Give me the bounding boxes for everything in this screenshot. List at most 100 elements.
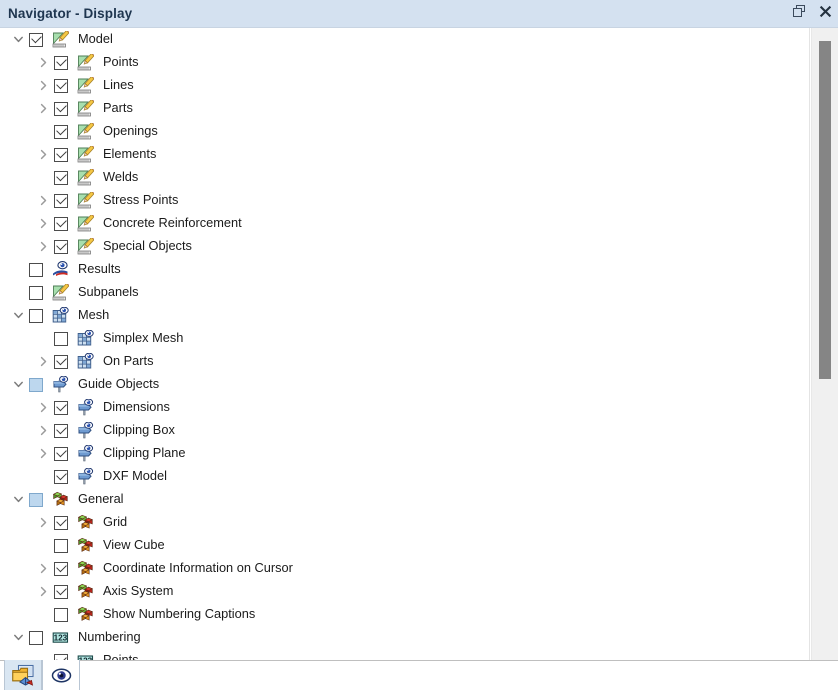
chevron-right-icon[interactable]: [35, 216, 51, 232]
chevron-right-icon[interactable]: [35, 78, 51, 94]
tree-row-checkbox[interactable]: [54, 400, 68, 415]
tree-row-checkbox[interactable]: [54, 216, 68, 231]
tree-row-checkbox[interactable]: [29, 377, 43, 392]
tree-row[interactable]: Dimensions: [0, 396, 809, 419]
close-window-button[interactable]: [812, 0, 838, 27]
tree-row-checkbox[interactable]: [54, 147, 68, 162]
tree-row[interactable]: On Parts: [0, 350, 809, 373]
chevron-right-icon[interactable]: [35, 400, 51, 416]
tree-row[interactable]: Parts: [0, 97, 809, 120]
tree-row-checkbox[interactable]: [54, 515, 68, 530]
tree-row-checkbox[interactable]: [29, 308, 43, 323]
vertical-scrollbar-thumb[interactable]: [819, 41, 831, 379]
tree-row-checkbox[interactable]: [54, 584, 68, 599]
model-icon: [77, 238, 94, 255]
tree-row[interactable]: Guide Objects: [0, 373, 809, 396]
tree-row[interactable]: General: [0, 488, 809, 511]
tree-row-checkbox[interactable]: [54, 78, 68, 93]
vertical-scrollbar[interactable]: [811, 28, 838, 660]
tree-row-checkbox[interactable]: [54, 607, 68, 622]
tab-display-navigator[interactable]: [42, 660, 80, 690]
tree-row-checkbox[interactable]: [29, 262, 43, 277]
tree-row[interactable]: Points: [0, 51, 809, 74]
chevron-right-icon[interactable]: [35, 584, 51, 600]
tree-row-checkbox[interactable]: [29, 32, 43, 47]
tree-row-checkbox[interactable]: [54, 423, 68, 438]
tree-row[interactable]: Clipping Box: [0, 419, 809, 442]
chevron-right-icon[interactable]: [35, 193, 51, 209]
chevron-down-icon[interactable]: [10, 32, 26, 48]
titlebar-buttons: [786, 0, 838, 27]
tree-row[interactable]: Results: [0, 258, 809, 281]
mesh-icon: [77, 330, 94, 347]
chevron-right-icon[interactable]: [35, 101, 51, 117]
tree-row-checkbox[interactable]: [54, 354, 68, 369]
tree-row[interactable]: Mesh: [0, 304, 809, 327]
tree-row[interactable]: Coordinate Information on Cursor: [0, 557, 809, 580]
tree-row[interactable]: View Cube: [0, 534, 809, 557]
chevron-right-icon[interactable]: [35, 55, 51, 71]
tree-row[interactable]: Grid: [0, 511, 809, 534]
tree-row-checkbox[interactable]: [54, 538, 68, 553]
tree-row-checkbox[interactable]: [29, 492, 43, 507]
tree-row[interactable]: Special Objects: [0, 235, 809, 258]
model-icon: [77, 215, 94, 232]
tree-row[interactable]: Simplex Mesh: [0, 327, 809, 350]
tree-row-checkbox[interactable]: [54, 124, 68, 139]
tree-row-checkbox[interactable]: [54, 170, 68, 185]
navigator-display-panel: Navigator - Display Model Points Lines P…: [0, 0, 838, 690]
numbering-icon: 123: [52, 629, 69, 646]
tree-row[interactable]: Stress Points: [0, 189, 809, 212]
tree-row[interactable]: Subpanels: [0, 281, 809, 304]
chevron-right-icon[interactable]: [35, 515, 51, 531]
tree-scroll-viewport: Model Points Lines Parts Openings Elemen…: [0, 28, 810, 660]
chevron-down-icon[interactable]: [10, 308, 26, 324]
model-icon: [77, 123, 94, 140]
tree-row[interactable]: 123 Points: [0, 649, 809, 660]
tree-row-checkbox[interactable]: [29, 285, 43, 300]
tree-row-label: Mesh: [78, 307, 110, 323]
tree-row[interactable]: Elements: [0, 143, 809, 166]
tree-row[interactable]: Show Numbering Captions: [0, 603, 809, 626]
model-icon: [77, 54, 94, 71]
tree-row[interactable]: Openings: [0, 120, 809, 143]
tree-row[interactable]: Clipping Plane: [0, 442, 809, 465]
tree-row-label: Parts: [103, 100, 133, 116]
tree-row-label: Coordinate Information on Cursor: [103, 560, 293, 576]
tree-row-checkbox[interactable]: [54, 446, 68, 461]
chevron-down-icon[interactable]: [10, 492, 26, 508]
general-icon: [77, 537, 94, 554]
tree-row[interactable]: Model: [0, 28, 809, 51]
tree-row-checkbox[interactable]: [54, 101, 68, 116]
tree-row-checkbox[interactable]: [54, 331, 68, 346]
tree-row-checkbox[interactable]: [29, 630, 43, 645]
tree-row[interactable]: 123 Numbering: [0, 626, 809, 649]
tree-row-checkbox[interactable]: [54, 193, 68, 208]
tab-project-navigator[interactable]: [4, 660, 42, 690]
chevron-right-icon[interactable]: [35, 561, 51, 577]
chevron-down-icon[interactable]: [10, 377, 26, 393]
chevron-right-icon[interactable]: [35, 354, 51, 370]
tree-row[interactable]: Concrete Reinforcement: [0, 212, 809, 235]
tree-row-label: Welds: [103, 169, 139, 185]
tree-row-checkbox[interactable]: [54, 55, 68, 70]
chevron-right-icon[interactable]: [35, 423, 51, 439]
restore-icon: [792, 4, 806, 23]
tree-row[interactable]: Welds: [0, 166, 809, 189]
general-icon: [52, 491, 69, 508]
chevron-right-icon[interactable]: [35, 147, 51, 163]
tree-row-label: Lines: [103, 77, 134, 93]
tree-row-checkbox[interactable]: [54, 469, 68, 484]
tree-row-label: Special Objects: [103, 238, 192, 254]
tree-row[interactable]: Axis System: [0, 580, 809, 603]
chevron-right-icon[interactable]: [35, 446, 51, 462]
restore-window-button[interactable]: [786, 0, 812, 27]
chevron-right-icon[interactable]: [35, 239, 51, 255]
tree-row-checkbox[interactable]: [54, 561, 68, 576]
chevron-down-icon[interactable]: [10, 630, 26, 646]
titlebar: Navigator - Display: [0, 0, 838, 27]
tree-row-label: Elements: [103, 146, 157, 162]
tree-row[interactable]: Lines: [0, 74, 809, 97]
tree-row[interactable]: DXF Model: [0, 465, 809, 488]
tree-row-checkbox[interactable]: [54, 239, 68, 254]
